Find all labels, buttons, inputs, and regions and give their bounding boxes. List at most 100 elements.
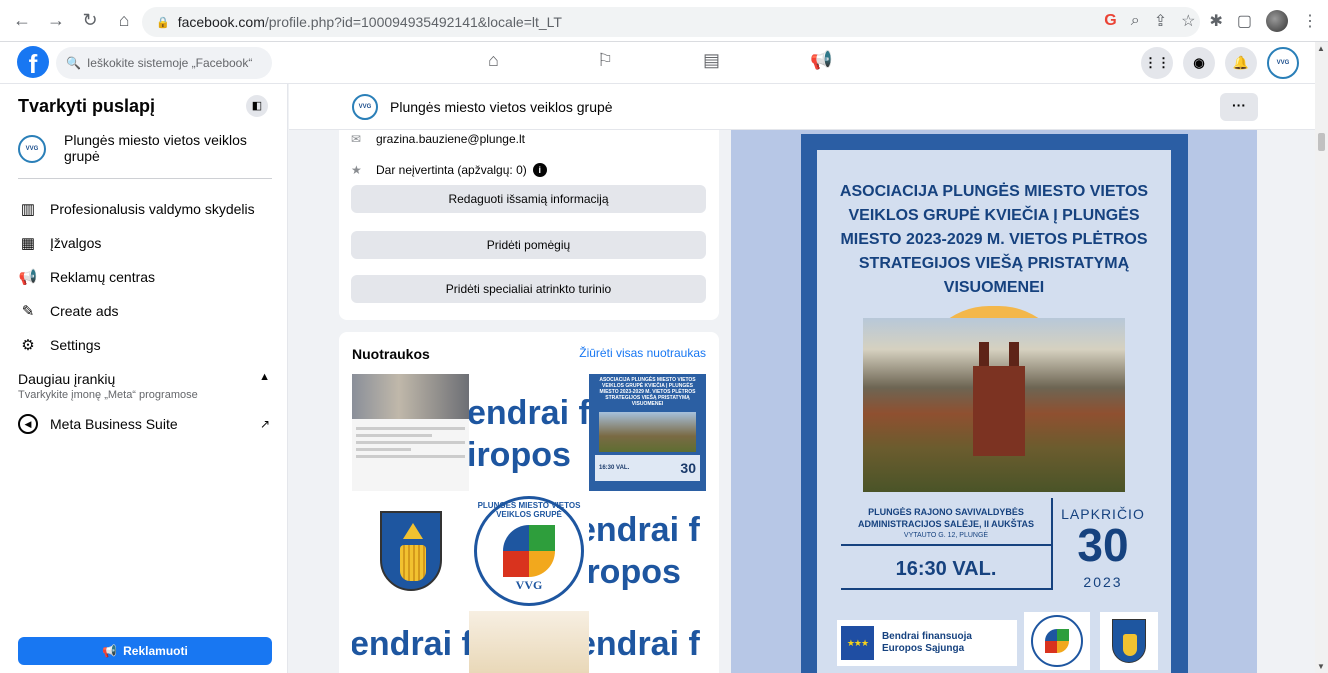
profile-avatar-icon[interactable] xyxy=(1266,10,1288,32)
photo-thumbnail[interactable] xyxy=(352,374,469,491)
poster-day: 30 xyxy=(1077,519,1129,571)
external-link-icon: ↗ xyxy=(259,417,270,431)
meta-business-icon: ◀ xyxy=(18,414,38,434)
manage-page-sidebar: Tvarkyti puslapį ◧ VVG Plungės miesto vi… xyxy=(0,84,288,673)
photos-title: Nuotraukos xyxy=(352,346,430,362)
search-input[interactable]: 🔍 Ieškokite sistemoje „Facebook“ xyxy=(56,47,272,79)
scroll-thumb[interactable] xyxy=(1318,133,1325,151)
apps-grid-icon[interactable]: ⋮⋮ xyxy=(1141,47,1173,79)
bookmark-star-icon[interactable]: ☆ xyxy=(1181,11,1195,31)
add-featured-button[interactable]: Pridėti specialiai atrinkto turinio xyxy=(351,275,706,303)
poster-details: PLUNGĖS RAJONO SAVIVALDYBĖS ADMINISTRACI… xyxy=(841,496,1151,612)
see-all-photos-link[interactable]: Žiūrėti visas nuotraukas xyxy=(579,346,706,360)
url-host: facebook.com xyxy=(177,14,265,30)
photo-thumbnail[interactable]: endrai f iropos xyxy=(469,374,589,491)
edit-details-button[interactable]: Redaguoti išsamią informaciją xyxy=(351,185,706,213)
scroll-up-icon[interactable]: ▲ xyxy=(1317,44,1325,53)
scroll-down-icon[interactable]: ▼ xyxy=(1317,662,1325,671)
megaphone-icon[interactable]: 📢 xyxy=(810,50,832,71)
facebook-logo[interactable]: f xyxy=(17,46,49,78)
poster-town-photo xyxy=(863,318,1125,492)
sidebar-item-insights[interactable]: ▦ Įžvalgos xyxy=(18,226,272,260)
address-bar[interactable]: 🔒 facebook.com/profile.php?id=1000949354… xyxy=(142,7,1200,37)
messenger-icon[interactable]: ◉ xyxy=(1183,47,1215,79)
sidebar-item-ad-center[interactable]: 📢 Reklamų centras xyxy=(18,260,272,294)
email-row: ✉ grazina.bauziene@plunge.lt xyxy=(351,132,525,146)
sidebar-item-label: Profesionalusis valdymo skydelis xyxy=(50,201,255,217)
vvg-logo-small xyxy=(1024,612,1090,670)
email-text[interactable]: grazina.bauziene@plunge.lt xyxy=(376,132,525,146)
envelope-icon: ✉ xyxy=(351,132,362,146)
sidebar-page-name: Plungės miesto vietos veiklos grupė xyxy=(64,132,247,164)
photo-thumbnail[interactable]: endrai f xyxy=(589,611,706,673)
sidebar-page-entry[interactable]: VVG Plungės miesto vietos veiklos grupė xyxy=(18,132,254,164)
page-avatar[interactable]: VVG xyxy=(352,94,378,120)
sidepanel-icon[interactable]: ▢ xyxy=(1237,11,1252,31)
forward-icon[interactable]: → xyxy=(46,10,66,31)
sidebar-item-label: Įžvalgos xyxy=(50,235,102,251)
page-avatar-icon[interactable]: VVG xyxy=(1267,47,1299,79)
poster-thumb-time: 16:30 VAL. xyxy=(599,465,630,471)
url-path: /profile.php?id=100094935492141&locale=l… xyxy=(264,14,562,30)
poster-thumb-title: ASOCIACIJA PLUNGĖS MIESTO VIETOS VEIKLOS… xyxy=(599,377,696,407)
sidebar-item-label: Reklamų centras xyxy=(50,269,156,285)
megaphone-icon: 📢 xyxy=(102,644,118,658)
meta-business-suite-link[interactable]: ◀ Meta Business Suite ↗ xyxy=(18,414,272,434)
more-tools-title: Daugiau įrankių xyxy=(18,371,116,387)
photo-meeting xyxy=(352,374,469,419)
promote-button[interactable]: 📢 Reklamuoti xyxy=(18,637,272,665)
more-options-button[interactable]: ··· xyxy=(1220,93,1258,121)
featured-post-image[interactable]: ASOCIACIJA PLUNGĖS MIESTO VIETOS VEIKLOS… xyxy=(731,130,1257,673)
photo-text-fragment: iropos xyxy=(469,436,571,474)
page-logo: VVG xyxy=(18,135,46,163)
back-icon[interactable]: ← xyxy=(12,10,32,31)
home-icon[interactable]: ⌂ xyxy=(488,50,499,71)
more-tools-subtitle: Tvarkykite įmonę „Meta“ programose xyxy=(18,389,198,401)
photo-thumbnail[interactable]: endrai f iropos xyxy=(589,491,706,611)
sidebar-item-create-ads[interactable]: ✎ Create ads xyxy=(18,294,272,328)
extensions-icon[interactable]: ✱ xyxy=(1209,11,1222,31)
photo-thumbnail[interactable] xyxy=(469,611,589,673)
eu-funding-text: Bendrai finansuoja Europos Sąjunga xyxy=(881,631,972,654)
search-placeholder: Ieškokite sistemoje „Facebook“ xyxy=(86,56,253,70)
dashboard-icon[interactable]: ▤ xyxy=(703,50,720,71)
coat-of-arms-small xyxy=(1100,612,1158,670)
google-icon[interactable]: G xyxy=(1104,12,1116,30)
photo-text-fragment: endrai f xyxy=(589,511,700,549)
share-icon[interactable]: ⇪ xyxy=(1154,11,1167,31)
menu-kebab-icon[interactable]: ⋮ xyxy=(1302,11,1318,31)
page-header-name[interactable]: Plungės miesto vietos veiklos grupė xyxy=(390,99,613,115)
photo-text-fragment: endrai f xyxy=(469,394,589,432)
home-icon[interactable]: ⌂ xyxy=(114,10,134,31)
photo-thumbnail[interactable]: PLUNGĖS MIESTO VIETOS VEIKLOS GRUPĖ VVG xyxy=(469,491,589,611)
photo-text-fragment: iropos xyxy=(589,553,681,591)
zoom-icon[interactable]: ⌕ xyxy=(1131,12,1140,30)
photos-card: Nuotraukos Žiūrėti visas nuotraukas endr… xyxy=(339,332,719,673)
chevron-up-icon[interactable]: ▲ xyxy=(259,371,270,383)
poster-thumb-footer: 16:30 VAL. 30 xyxy=(595,455,700,481)
add-hobbies-button[interactable]: Pridėti pomėgių xyxy=(351,231,706,259)
photo-thumbnail[interactable]: ASOCIACIJA PLUNGĖS MIESTO VIETOS VEIKLOS… xyxy=(589,374,706,491)
sidebar-item-settings[interactable]: ⚙ Settings xyxy=(18,328,272,362)
intro-card: ✉ grazina.bauziene@plunge.lt ★ Dar neįve… xyxy=(339,130,719,320)
more-tools-section[interactable]: Daugiau įrankių Tvarkykite įmonę „Meta“ … xyxy=(18,371,272,401)
notifications-bell-icon[interactable]: 🔔 xyxy=(1225,47,1257,79)
sidebar-toggle-icon[interactable]: ◧ xyxy=(246,95,268,117)
photo-thumbnail[interactable] xyxy=(352,491,469,611)
eu-flag-icon: ★★★ xyxy=(841,626,874,660)
photo-text-fragment: endrai f xyxy=(352,625,469,663)
event-poster: ASOCIACIJA PLUNGĖS MIESTO VIETOS VEIKLOS… xyxy=(801,134,1188,673)
megaphone-icon: 📢 xyxy=(18,269,38,286)
pencil-icon: ✎ xyxy=(21,303,35,320)
sidebar-item-dashboard[interactable]: ▥ Profesionalusis valdymo skydelis xyxy=(18,192,272,226)
divider xyxy=(18,178,272,179)
sidebar-menu: ▥ Profesionalusis valdymo skydelis ▦ Įžv… xyxy=(18,192,272,362)
flag-icon[interactable]: ⚐ xyxy=(597,50,613,71)
sidebar-item-label: Settings xyxy=(50,337,101,353)
sidebar-item-label: Create ads xyxy=(50,303,119,319)
page-scrollbar[interactable]: ▲ ▼ xyxy=(1315,42,1328,673)
reload-icon[interactable]: ↻ xyxy=(80,10,100,31)
photo-thumbnail[interactable]: endrai f xyxy=(352,611,469,673)
rating-row: ★ Dar neįvertinta (apžvalgų: 0) i xyxy=(351,163,547,177)
info-icon[interactable]: i xyxy=(532,163,547,177)
